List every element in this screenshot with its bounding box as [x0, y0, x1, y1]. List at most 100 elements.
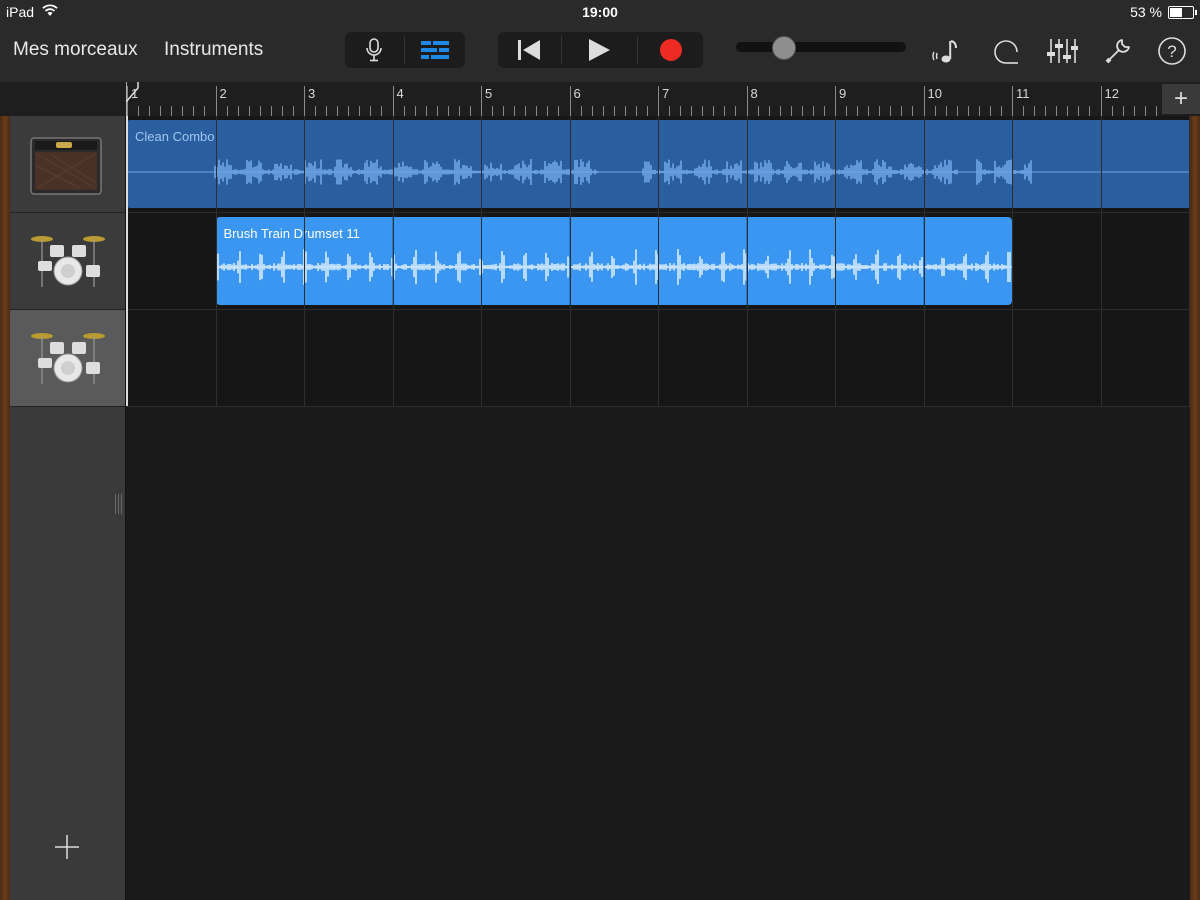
ruler-beat-tick: [956, 106, 958, 116]
play-icon[interactable]: [562, 32, 636, 68]
help-icon[interactable]: ?: [1156, 36, 1188, 66]
ruler-bar-number: 4: [396, 86, 404, 101]
ruler-bar-number: 11: [1016, 86, 1030, 101]
playhead[interactable]: [126, 116, 128, 406]
ruler-beat-tick: [1133, 106, 1135, 116]
ruler-beat-tick: [292, 106, 294, 116]
status-bar: iPad 19:00 53 %: [0, 0, 1200, 24]
region-name: Brush Train Drumset 11: [223, 226, 360, 241]
go-to-start-icon[interactable]: [498, 32, 560, 68]
ruler-beat-tick: [1023, 106, 1025, 116]
loop-icon[interactable]: [990, 36, 1022, 66]
left-wood-frame: [0, 116, 10, 900]
ruler-beat-tick: [1056, 106, 1058, 116]
ruler-beat-tick: [857, 106, 859, 116]
add-section-button[interactable]: +: [1162, 84, 1200, 114]
toolbar: Mes morceaux Instruments ?: [0, 24, 1200, 82]
ruler-beat-tick: [503, 106, 505, 116]
ruler-beat-tick: [967, 106, 969, 116]
ruler-beat-tick: [989, 106, 991, 116]
ruler-beat-tick: [160, 106, 162, 116]
ruler-beat-tick: [259, 106, 261, 116]
ruler-beat-tick: [326, 106, 328, 116]
ruler-beat-tick: [547, 106, 549, 116]
ruler-beat-tick: [602, 106, 604, 116]
ruler-beat-tick: [613, 106, 615, 116]
settings-icon[interactable]: [1102, 36, 1134, 66]
ruler-beat-tick: [182, 106, 184, 116]
ruler-beat-tick: [890, 106, 892, 116]
bar-grid-line: [746, 116, 748, 406]
playhead-marker-icon[interactable]: [126, 82, 140, 116]
ruler-beat-tick: [348, 106, 350, 116]
ruler-beat-tick: [591, 106, 593, 116]
ruler-beat-tick: [790, 106, 792, 116]
ruler-beat-tick: [702, 106, 704, 116]
tracks-area[interactable]: Clean Combo Brush Train Drumset 11: [126, 116, 1190, 900]
transport-segment: [498, 32, 703, 68]
track-header-2[interactable]: [10, 213, 125, 310]
ruler-beat-tick: [580, 106, 582, 116]
tracks-view-icon[interactable]: [405, 32, 465, 68]
ruler-beat-tick: [525, 106, 527, 116]
timeline-ruler[interactable]: 1 2 3 4 5 6 7 8 9 10 11 12 +: [0, 82, 1200, 117]
ruler-bar-tick: [923, 86, 925, 116]
ruler-beat-tick: [691, 106, 693, 116]
ruler-beat-tick: [823, 106, 825, 116]
instruments-button[interactable]: Instruments: [164, 39, 263, 61]
ruler-beat-tick: [1045, 106, 1047, 116]
ruler-beat-tick: [934, 106, 936, 116]
ruler-bar-number: 6: [573, 86, 581, 101]
bar-grid-line: [1189, 116, 1190, 406]
ruler-beat-tick: [779, 106, 781, 116]
ruler-bar-tick: [392, 86, 394, 116]
master-volume-knob[interactable]: [771, 36, 796, 60]
ruler-beat-tick: [768, 106, 770, 116]
ruler-bar-number: 3: [308, 86, 316, 101]
ruler-beat-tick: [381, 106, 383, 116]
ruler-beat-tick: [248, 106, 250, 116]
ruler-beat-tick: [359, 106, 361, 116]
ruler-beat-tick: [315, 106, 317, 116]
my-songs-button[interactable]: Mes morceaux: [13, 39, 138, 61]
ruler-beat-tick: [403, 106, 405, 116]
ruler-beat-tick: [646, 106, 648, 116]
bar-grid-line: [1012, 116, 1013, 406]
ruler-beat-tick: [1000, 106, 1002, 116]
ruler-bar-tick: [304, 86, 305, 116]
track-headers: [10, 116, 126, 900]
ruler-beat-tick: [1122, 106, 1124, 116]
region[interactable]: Brush Train Drumset 11: [215, 217, 1012, 305]
ruler-bar-number: 2: [219, 86, 227, 101]
track-header-3[interactable]: [10, 310, 125, 407]
ruler-beat-tick: [492, 106, 494, 116]
record-icon[interactable]: [638, 32, 703, 68]
right-wood-frame: [1190, 116, 1200, 900]
track-header-1[interactable]: [10, 116, 125, 213]
add-track-button[interactable]: [54, 834, 80, 860]
ruler-beat-tick: [801, 106, 803, 116]
ruler-beat-tick: [370, 106, 372, 116]
svg-text:?: ?: [1167, 42, 1176, 61]
ruler-bar-tick: [658, 86, 659, 116]
ruler-beat-tick: [1111, 106, 1113, 116]
view-segment: [345, 32, 465, 68]
header-resize-handle[interactable]: [115, 494, 123, 514]
microphone-icon[interactable]: [345, 32, 403, 68]
drumset-icon: [31, 236, 105, 287]
ruler-beat-tick: [514, 106, 516, 116]
ruler-beat-tick: [1034, 106, 1036, 116]
amp-icon: [30, 137, 102, 195]
ruler-beat-tick: [337, 106, 339, 116]
metronome-icon[interactable]: [930, 36, 962, 66]
bar-grid-line: [923, 116, 925, 406]
ruler-beat-tick: [414, 106, 416, 116]
ruler-beat-tick: [1078, 106, 1080, 116]
ruler-beat-tick: [149, 106, 151, 116]
master-volume-slider[interactable]: [736, 42, 906, 52]
mixer-icon[interactable]: [1046, 36, 1078, 66]
ruler-beat-tick: [536, 106, 538, 116]
bar-grid-line: [1100, 116, 1102, 406]
ruler-bar-number: 8: [750, 86, 758, 101]
ruler-bar-tick: [215, 86, 217, 116]
